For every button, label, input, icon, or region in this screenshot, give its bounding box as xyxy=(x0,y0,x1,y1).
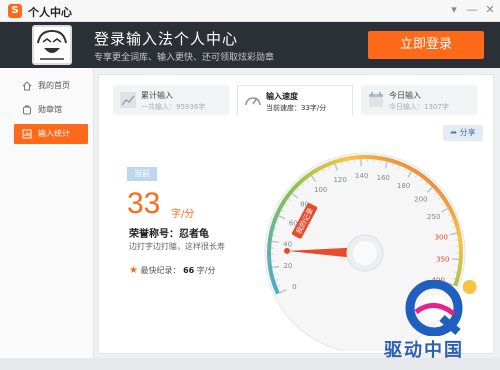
gauge-tick-label: 180 xyxy=(397,182,410,190)
tab-detail: 当前速度：33字/分 xyxy=(266,104,327,112)
share-label: 分享 xyxy=(459,128,476,137)
gauge-tick-label: 20 xyxy=(283,262,292,270)
avatar[interactable] xyxy=(32,25,72,65)
sidebar-item-input-stats[interactable]: 输入统计 xyxy=(14,124,88,144)
current-badge: 当前 xyxy=(127,167,157,181)
tab-detail: 一共输入：95936字 xyxy=(141,103,206,111)
tab-total-input[interactable]: 累计输入 一共输入：95936字 xyxy=(113,85,229,115)
honor-title: 荣誉称号：忍者龟 xyxy=(129,229,209,240)
gauge-minor-tick xyxy=(347,160,349,164)
sidebar-item-medals[interactable]: 勋章馆 xyxy=(14,100,88,120)
app-logo-icon: S xyxy=(8,4,22,18)
needle-tip xyxy=(284,247,291,254)
menu-button[interactable]: ▾ xyxy=(446,2,462,18)
bar-chart-icon xyxy=(120,92,136,108)
gauge-tick-label: 200 xyxy=(414,196,427,204)
home-icon xyxy=(22,81,32,91)
login-button[interactable]: 立即登录 xyxy=(368,31,484,59)
window-title: 个人中心 xyxy=(28,6,72,19)
tab-title: 今日输入 xyxy=(389,91,421,100)
gauge-tick-label: 100 xyxy=(314,186,327,194)
best-record: ★ 最快纪录： 66 字/分 xyxy=(129,265,215,276)
banner-subtitle: 专享更全词库、输入更快、还可领取炫彩勋章 xyxy=(94,53,275,63)
gauge-tick-label: 250 xyxy=(427,213,440,221)
share-button[interactable]: ➦ 分享 xyxy=(443,125,483,141)
tab-input-speed[interactable]: 输入速度 当前速度：33字/分 xyxy=(237,85,353,115)
header-banner: 登录输入法个人中心 专享更全词库、输入更快、还可领取炫彩勋章 立即登录 xyxy=(0,22,500,68)
medal-icon xyxy=(23,105,31,115)
tab-detail: 今日输入：1307字 xyxy=(389,103,449,111)
gauge-tick-label: 350 xyxy=(436,255,449,263)
best-label: 最快纪录： xyxy=(140,266,181,275)
tab-title: 输入速度 xyxy=(266,92,298,101)
gauge-minor-tick xyxy=(273,272,277,275)
sidebar-item-label: 输入统计 xyxy=(38,129,70,138)
watermark-logo-icon xyxy=(405,280,463,336)
calendar-icon xyxy=(369,92,383,107)
sidebar-item-label: 勋章馆 xyxy=(38,105,62,114)
honor-description: 边打字边打瞌，这样很长寿 xyxy=(129,242,225,251)
speed-unit: 字/分 xyxy=(171,209,195,220)
title-bar: S 个人中心 ▾ — ✕ xyxy=(0,0,500,22)
gauge-minor-tick xyxy=(453,271,458,273)
speedometer-icon xyxy=(245,97,261,106)
gauge-tick-label: 140 xyxy=(355,172,368,180)
gauge-tick xyxy=(271,240,279,243)
best-value: 66 xyxy=(183,266,195,275)
gauge-minor-tick xyxy=(272,234,276,236)
stats-tabs: 累计输入 一共输入：95936字 输入速度 当前速度：33字/分 今日输入 今日… xyxy=(113,85,481,115)
gauge-tick-label: 120 xyxy=(333,176,346,184)
gauge-tick-label: 0 xyxy=(292,283,296,291)
sidebar-item-home[interactable]: 我的首页 xyxy=(14,76,88,96)
current-speed-value: 33 xyxy=(127,187,161,220)
tab-title: 累计输入 xyxy=(141,91,173,100)
minimize-button[interactable]: — xyxy=(464,2,480,18)
gauge-tick-label: 40 xyxy=(283,240,292,248)
best-unit: 字/分 xyxy=(196,266,216,275)
close-button[interactable]: ✕ xyxy=(482,2,498,18)
tab-today-input[interactable]: 今日输入 今日输入：1307字 xyxy=(361,85,477,115)
bottom-bar xyxy=(0,358,500,370)
gauge-tick-label: 160 xyxy=(377,174,390,182)
gauge-hub xyxy=(353,241,377,265)
star-icon: ★ xyxy=(129,265,138,276)
sidebar-item-label: 我的首页 xyxy=(38,81,70,90)
share-icon: ➦ xyxy=(450,128,460,137)
chart-icon xyxy=(22,129,32,139)
smiley-avatar-icon xyxy=(34,27,70,63)
gauge-tick-label: 300 xyxy=(435,234,448,242)
sidebar: 我的首页 勋章馆 输入统计 xyxy=(0,68,94,370)
banner-title: 登录输入法个人中心 xyxy=(94,30,239,48)
